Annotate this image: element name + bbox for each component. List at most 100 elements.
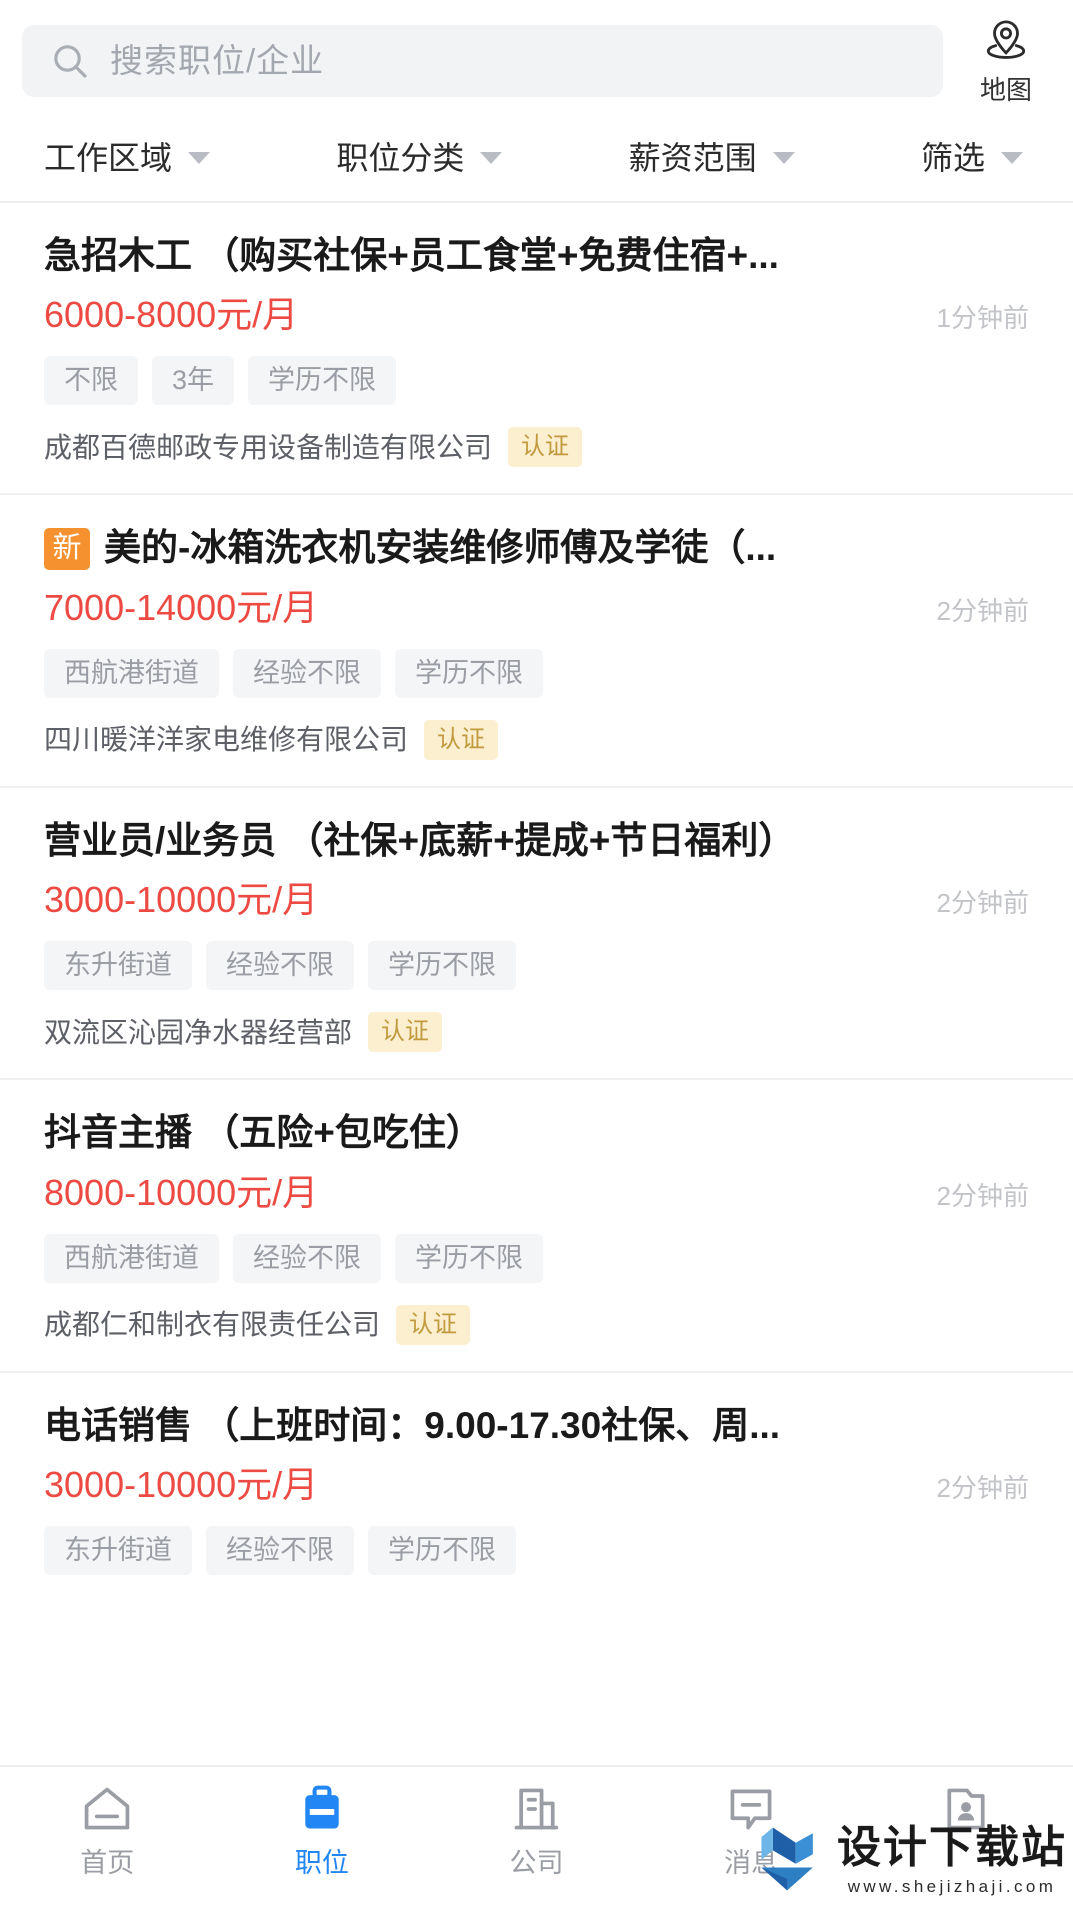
- job-title-row: 急招木工 （购买社保+员工食堂+免费住宿+...: [44, 233, 1029, 279]
- new-badge: 新: [44, 527, 90, 570]
- job-tag: 经验不限: [206, 941, 354, 991]
- chevron-down-icon: [188, 152, 211, 164]
- job-company-name: 成都仁和制衣有限责任公司: [44, 1308, 381, 1340]
- job-posted-time: 2分钟前: [936, 1180, 1029, 1211]
- tab-label: 公司: [509, 1848, 564, 1878]
- job-list[interactable]: 急招木工 （购买社保+员工食堂+免费住宿+... 6000-8000元/月 1分…: [0, 203, 1073, 1765]
- search-icon: [50, 41, 90, 81]
- job-salary-row: 8000-10000元/月 2分钟前: [44, 1171, 1029, 1214]
- job-tag: 学历不限: [395, 1233, 543, 1283]
- filter-label: 职位分类: [336, 140, 465, 176]
- job-salary: 3000-10000元/月: [44, 1464, 319, 1505]
- job-title-row: 营业员/业务员 （社保+底薪+提成+节日福利）: [44, 818, 1029, 864]
- filter-work-area[interactable]: 工作区域: [44, 142, 336, 174]
- job-title: 急招木工 （购买社保+员工食堂+免费住宿+...: [44, 235, 779, 276]
- bottom-tab-bar: 首页 职位 公司 消息: [0, 1765, 1073, 1913]
- job-company-row[interactable]: 四川暖洋洋家电维修有限公司 认证: [44, 719, 1029, 760]
- tab-messages[interactable]: 消息: [644, 1783, 859, 1877]
- job-salary-row: 3000-10000元/月 2分钟前: [44, 1463, 1029, 1506]
- job-tag: 经验不限: [206, 1526, 354, 1576]
- tab-jobs[interactable]: 职位: [215, 1783, 430, 1877]
- job-card[interactable]: 急招木工 （购买社保+员工食堂+免费住宿+... 6000-8000元/月 1分…: [0, 203, 1073, 496]
- job-company-row[interactable]: 成都仁和制衣有限责任公司 认证: [44, 1304, 1029, 1345]
- profile-card-icon: [938, 1783, 994, 1840]
- search-placeholder: 搜索职位/企业: [110, 42, 325, 79]
- job-card[interactable]: 新 美的-冰箱洗衣机安装维修师傅及学徒（... 7000-14000元/月 2分…: [0, 495, 1073, 788]
- job-company-name: 双流区沁园净水器经营部: [44, 1016, 353, 1048]
- job-salary-row: 3000-10000元/月 2分钟前: [44, 878, 1029, 921]
- job-title-row: 抖音主播 （五险+包吃住）: [44, 1110, 1029, 1156]
- job-tag: 经验不限: [233, 648, 381, 698]
- tab-label: 消息: [724, 1848, 779, 1878]
- job-company-row[interactable]: 成都百德邮政专用设备制造有限公司 认证: [44, 427, 1029, 468]
- verified-badge: 认证: [368, 1012, 443, 1053]
- search-input[interactable]: 搜索职位/企业: [22, 24, 943, 97]
- briefcase-icon: [294, 1783, 350, 1840]
- filter-label: 工作区域: [44, 140, 173, 176]
- job-tag: 西航港街道: [44, 648, 219, 698]
- job-title-row: 电话销售 （上班时间：9.00-17.30社保、周...: [44, 1403, 1029, 1449]
- chevron-down-icon: [1001, 152, 1023, 164]
- job-search-screen: 搜索职位/企业 地图 工作区域 职位分类 薪资范围 筛选 急招木工 （购买社保+…: [0, 0, 1073, 1913]
- job-posted-time: 2分钟前: [936, 595, 1029, 626]
- job-tag: 学历不限: [248, 356, 397, 406]
- building-icon: [508, 1783, 564, 1840]
- job-tag: 学历不限: [368, 1526, 516, 1576]
- map-button-label: 地图: [979, 75, 1032, 105]
- verified-badge: 认证: [508, 427, 583, 468]
- tab-profile[interactable]: [858, 1783, 1073, 1850]
- filter-label: 筛选: [920, 140, 985, 176]
- job-posted-time: 2分钟前: [936, 1473, 1029, 1503]
- job-company-name: 成都百德邮政专用设备制造有限公司: [44, 431, 493, 463]
- job-tag: 东升街道: [44, 1526, 192, 1576]
- job-card[interactable]: 营业员/业务员 （社保+底薪+提成+节日福利） 3000-10000元/月 2分…: [0, 787, 1073, 1081]
- filter-bar: 工作区域 职位分类 薪资范围 筛选: [0, 115, 1073, 203]
- verified-badge: 认证: [424, 719, 499, 760]
- job-tag: 不限: [44, 356, 138, 406]
- tab-label: 首页: [80, 1848, 135, 1878]
- job-tag-row: 西航港街道 经验不限 学历不限: [44, 648, 1029, 698]
- job-salary: 8000-10000元/月: [44, 1171, 319, 1213]
- home-icon: [79, 1783, 135, 1840]
- job-salary-row: 6000-8000元/月 1分钟前: [44, 293, 1029, 336]
- tab-home[interactable]: 首页: [0, 1783, 215, 1877]
- job-title: 营业员/业务员 （社保+底薪+提成+节日福利）: [44, 819, 796, 861]
- job-tag: 经验不限: [233, 1233, 381, 1283]
- filter-label: 薪资范围: [628, 140, 757, 176]
- filter-salary-range[interactable]: 薪资范围: [629, 142, 921, 174]
- job-salary: 6000-8000元/月: [44, 294, 299, 336]
- map-button[interactable]: 地图: [961, 16, 1051, 105]
- job-tag-row: 东升街道 经验不限 学历不限: [44, 1526, 1029, 1576]
- job-salary-row: 7000-14000元/月 2分钟前: [44, 586, 1029, 629]
- verified-badge: 认证: [396, 1304, 471, 1345]
- location-pin-icon: [983, 16, 1029, 71]
- job-card[interactable]: 抖音主播 （五险+包吃住） 8000-10000元/月 2分钟前 西航港街道 经…: [0, 1080, 1073, 1373]
- job-tag-row: 不限 3年 学历不限: [44, 356, 1029, 406]
- job-title-row: 新 美的-冰箱洗衣机安装维修师傅及学徒（...: [44, 525, 1029, 571]
- job-card[interactable]: 电话销售 （上班时间：9.00-17.30社保、周... 3000-10000元…: [0, 1372, 1073, 1602]
- job-posted-time: 2分钟前: [936, 888, 1029, 919]
- tab-companies[interactable]: 公司: [429, 1783, 644, 1877]
- chevron-down-icon: [772, 152, 795, 164]
- job-salary: 7000-14000元/月: [44, 586, 319, 628]
- job-tag: 学历不限: [395, 648, 543, 698]
- job-title: 电话销售 （上班时间：9.00-17.30社保、周...: [44, 1404, 781, 1446]
- filter-more[interactable]: 筛选: [921, 142, 1033, 174]
- chevron-down-icon: [480, 152, 503, 164]
- job-tag: 学历不限: [368, 941, 516, 991]
- filter-job-category[interactable]: 职位分类: [336, 142, 628, 174]
- job-posted-time: 1分钟前: [936, 303, 1029, 334]
- job-salary: 3000-10000元/月: [44, 879, 319, 921]
- job-title: 抖音主播 （五险+包吃住）: [44, 1112, 483, 1154]
- job-title: 美的-冰箱洗衣机安装维修师傅及学徒（...: [104, 527, 777, 569]
- job-tag: 西航港街道: [44, 1233, 219, 1283]
- job-company-name: 四川暖洋洋家电维修有限公司: [44, 724, 409, 756]
- search-header: 搜索职位/企业 地图: [0, 0, 1073, 115]
- message-bubble-icon: [723, 1783, 779, 1840]
- job-tag-row: 西航港街道 经验不限 学历不限: [44, 1233, 1029, 1283]
- tab-label: 职位: [294, 1848, 349, 1878]
- job-tag: 3年: [152, 356, 235, 406]
- job-tag: 东升街道: [44, 941, 192, 991]
- job-company-row[interactable]: 双流区沁园净水器经营部 认证: [44, 1012, 1029, 1053]
- job-tag-row: 东升街道 经验不限 学历不限: [44, 941, 1029, 991]
